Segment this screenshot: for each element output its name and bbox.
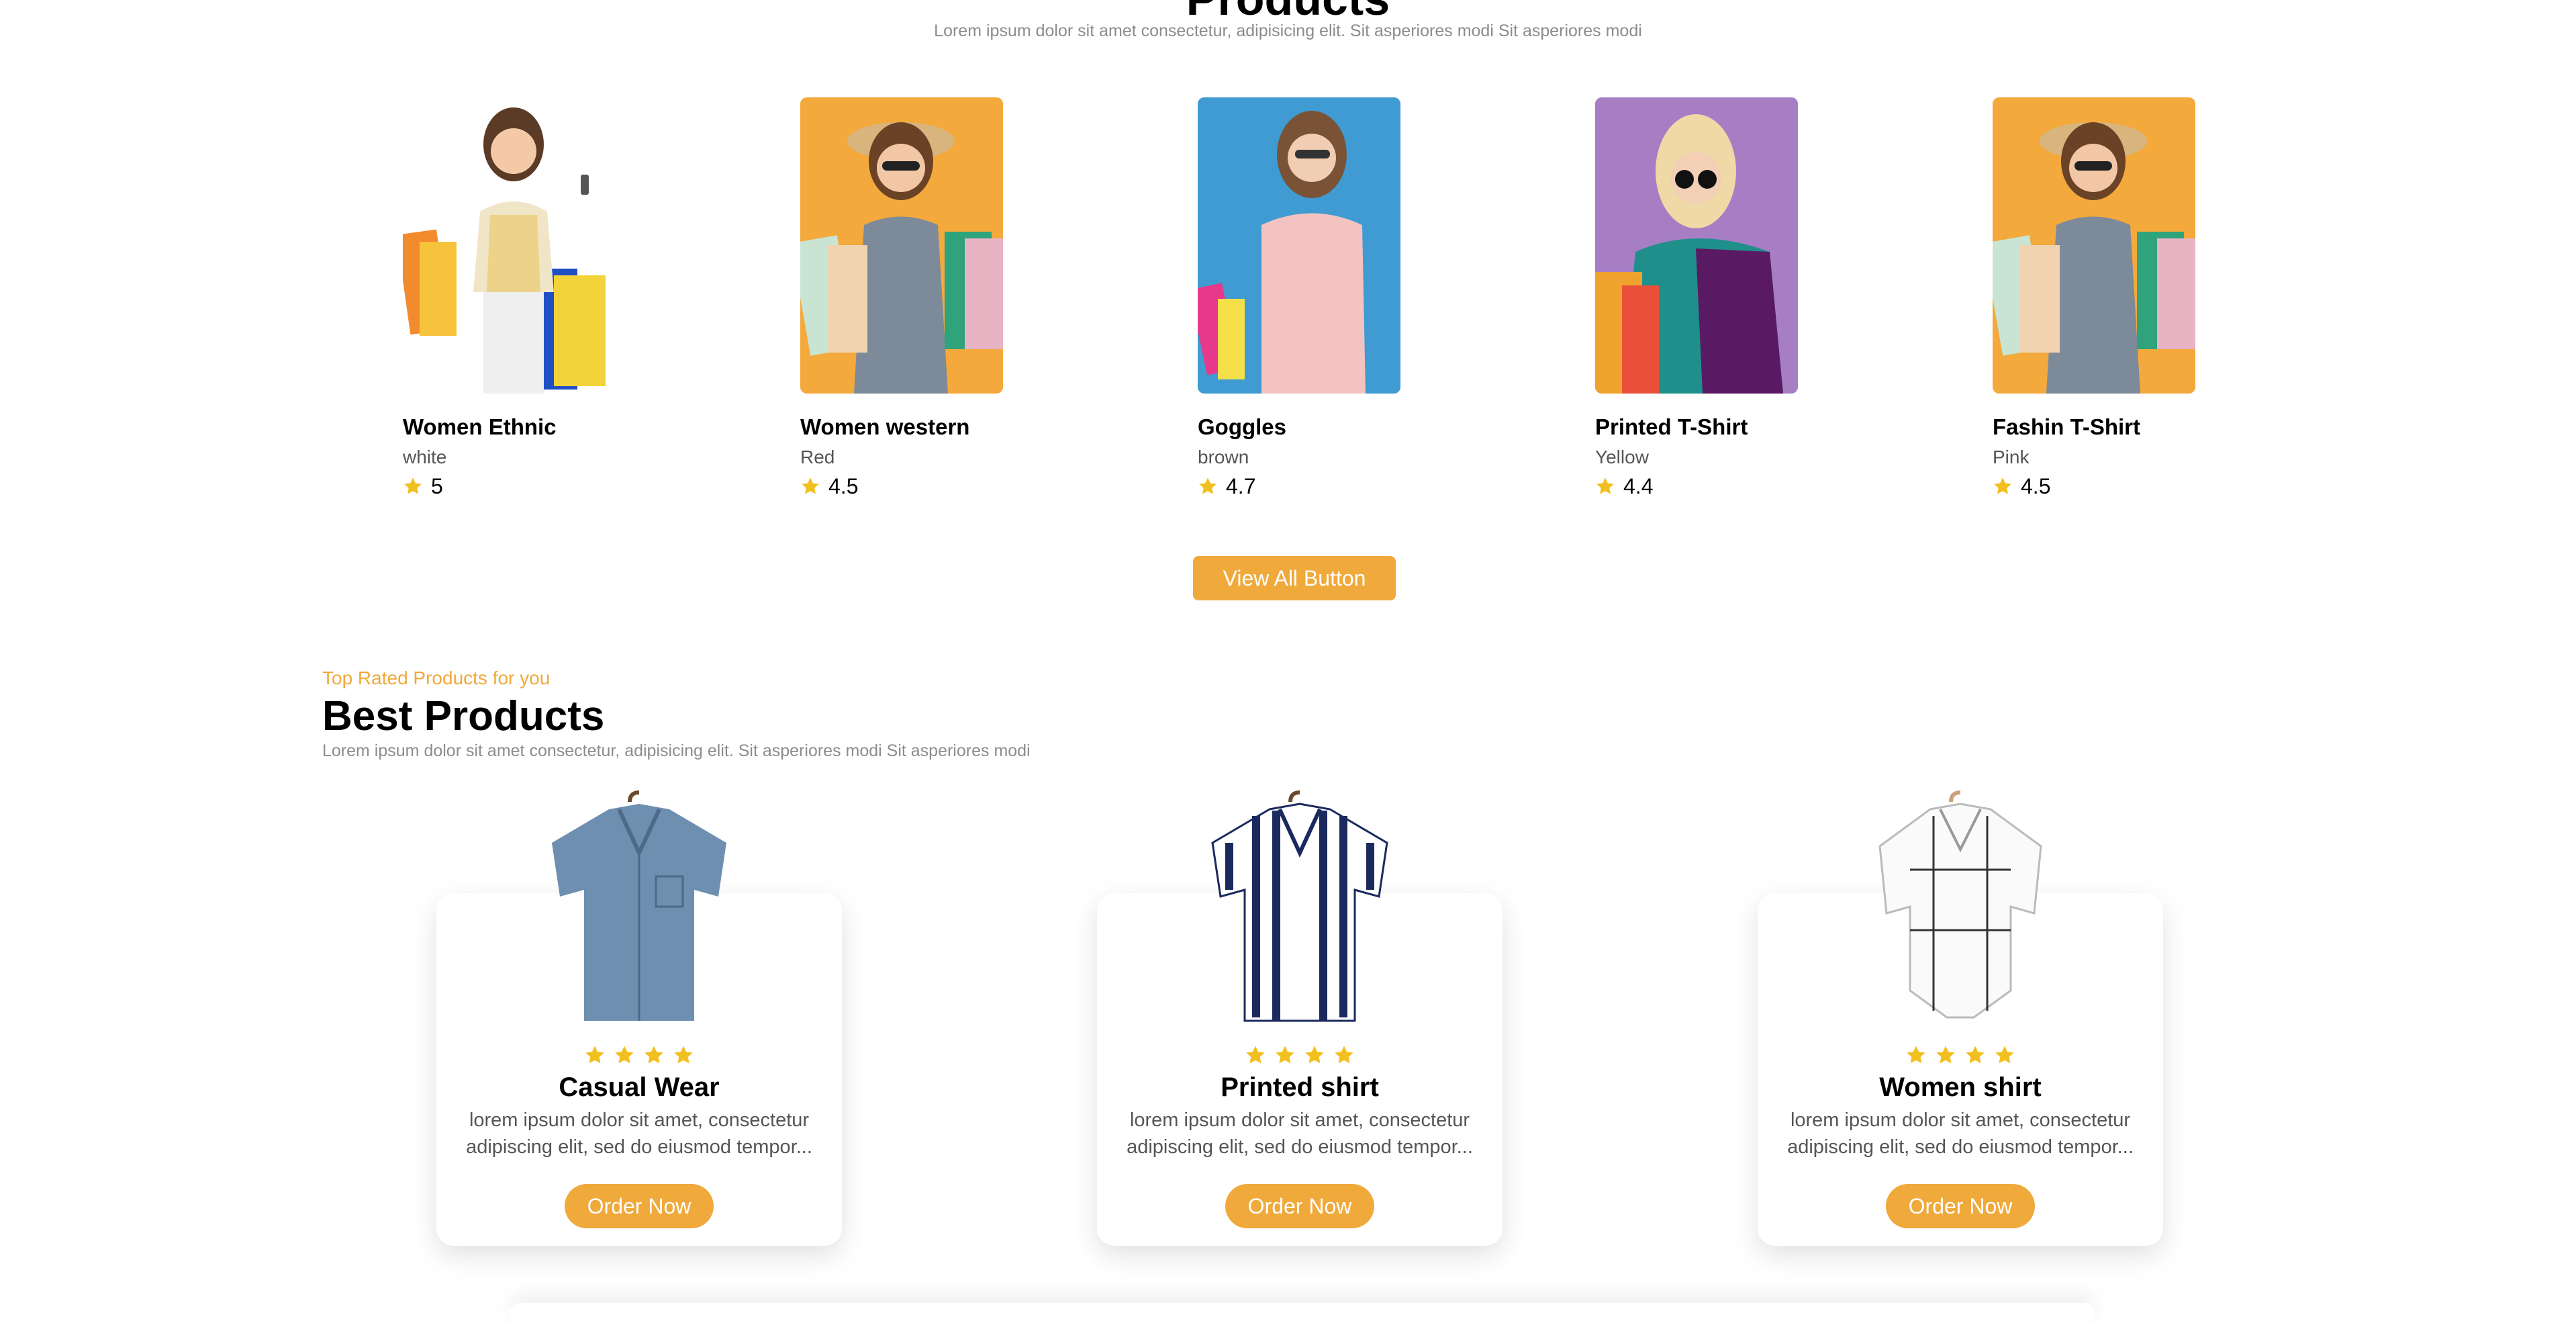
order-now-button[interactable]: Order Now bbox=[1225, 1184, 1374, 1228]
star-icon bbox=[1964, 1044, 1986, 1066]
product-rating: 4.5 bbox=[1993, 473, 2195, 500]
star-rating bbox=[1097, 1044, 1502, 1066]
star-icon bbox=[1333, 1044, 1355, 1066]
product-grid: Women Ethnic white 5 Women western Red 4… bbox=[403, 97, 2195, 500]
product-card[interactable]: Goggles brown 4.7 bbox=[1198, 97, 1400, 500]
best-subtitle: Lorem ipsum dolor sit amet consectetur, … bbox=[322, 741, 1031, 760]
product-color: Yellow bbox=[1595, 447, 1649, 467]
product-name: Goggles bbox=[1198, 414, 1287, 439]
rating-value: 4.5 bbox=[2021, 474, 2051, 498]
product-image[interactable] bbox=[1595, 97, 1798, 394]
star-icon bbox=[1245, 1044, 1266, 1066]
product-color: Pink bbox=[1993, 447, 2030, 467]
product-rating: 4.4 bbox=[1595, 473, 1798, 500]
product-rating: 4.7 bbox=[1198, 473, 1400, 500]
shirt-image[interactable] bbox=[538, 789, 740, 1038]
star-icon bbox=[403, 476, 423, 496]
best-product-name: Printed shirt bbox=[1221, 1073, 1379, 1102]
rating-value: 4.4 bbox=[1623, 474, 1654, 498]
product-rating: 4.5 bbox=[800, 473, 1003, 500]
rating-value: 4.7 bbox=[1226, 474, 1256, 498]
best-product-description: lorem ipsum dolor sit amet, consectetur … bbox=[466, 1109, 812, 1158]
product-name: Women Ethnic bbox=[403, 414, 557, 439]
star-icon bbox=[1304, 1044, 1325, 1066]
best-product-description: lorem ipsum dolor sit amet, consectetur … bbox=[1127, 1109, 1473, 1158]
shirt-image[interactable] bbox=[1860, 789, 2061, 1038]
product-card[interactable]: Printed T-Shirt Yellow 4.4 bbox=[1595, 97, 1798, 500]
product-image[interactable] bbox=[403, 97, 606, 394]
product-image[interactable] bbox=[1198, 97, 1400, 394]
best-product-name: Casual Wear bbox=[559, 1073, 720, 1102]
shirt-image[interactable] bbox=[1199, 789, 1400, 1038]
product-name: Women western bbox=[800, 414, 970, 439]
star-icon bbox=[584, 1044, 606, 1066]
product-card[interactable]: Fashin T-Shirt Pink 4.5 bbox=[1993, 97, 2195, 500]
product-image[interactable] bbox=[1993, 97, 2195, 394]
star-icon bbox=[1993, 476, 2013, 496]
view-all-button[interactable]: View All Button bbox=[1193, 556, 1396, 600]
next-section-edge bbox=[510, 1303, 2095, 1323]
product-card[interactable]: Women western Red 4.5 bbox=[800, 97, 1003, 500]
product-image[interactable] bbox=[800, 97, 1003, 394]
product-color: white bbox=[403, 447, 447, 467]
product-color: brown bbox=[1198, 447, 1249, 467]
best-kicker: Top Rated Products for you bbox=[322, 668, 551, 688]
product-card[interactable]: Women Ethnic white 5 bbox=[403, 97, 606, 500]
order-now-button[interactable]: Order Now bbox=[1886, 1184, 2035, 1228]
star-icon bbox=[673, 1044, 694, 1066]
star-icon bbox=[1274, 1044, 1296, 1066]
star-icon bbox=[1935, 1044, 1956, 1066]
product-name: Fashin T-Shirt bbox=[1993, 414, 2141, 439]
product-color: Red bbox=[800, 447, 835, 467]
star-icon bbox=[614, 1044, 635, 1066]
best-product-description: lorem ipsum dolor sit amet, consectetur … bbox=[1787, 1109, 2134, 1158]
star-icon bbox=[1595, 476, 1615, 496]
best-title: Best Products bbox=[322, 693, 605, 739]
product-rating: 5 bbox=[403, 473, 606, 500]
star-rating bbox=[1758, 1044, 2163, 1066]
rating-value: 5 bbox=[431, 474, 443, 498]
star-icon bbox=[643, 1044, 665, 1066]
star-rating bbox=[436, 1044, 842, 1066]
star-icon bbox=[1994, 1044, 2015, 1066]
products-subtitle: Lorem ipsum dolor sit amet consectetur, … bbox=[934, 21, 1642, 40]
star-icon bbox=[800, 476, 820, 496]
order-now-button[interactable]: Order Now bbox=[565, 1184, 714, 1228]
star-icon bbox=[1905, 1044, 1927, 1066]
product-name: Printed T-Shirt bbox=[1595, 414, 1748, 439]
rating-value: 4.5 bbox=[828, 474, 859, 498]
star-icon bbox=[1198, 476, 1218, 496]
best-product-name: Women shirt bbox=[1879, 1073, 2042, 1102]
